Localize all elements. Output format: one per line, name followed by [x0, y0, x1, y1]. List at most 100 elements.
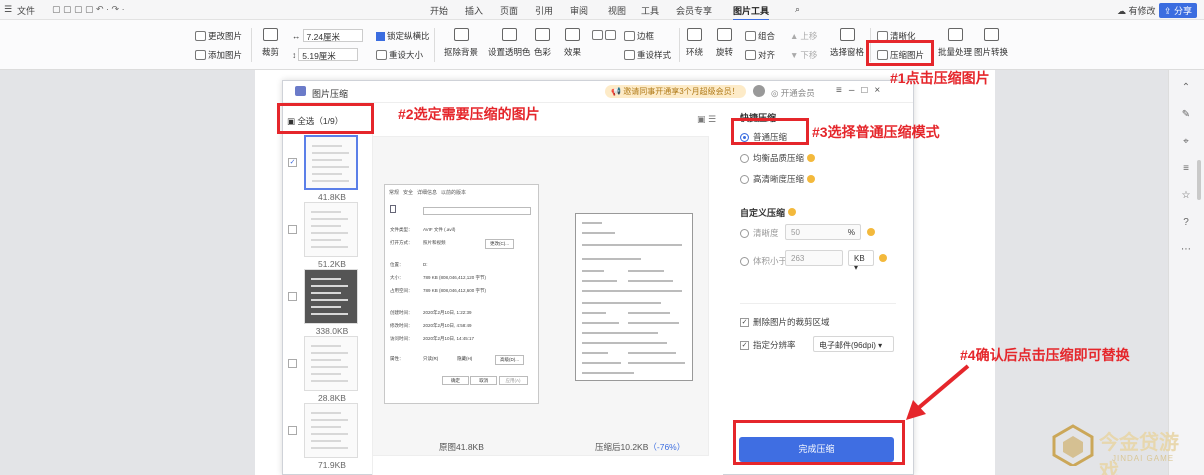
compressed-line	[582, 352, 608, 354]
thumb-line	[311, 313, 348, 315]
size-unit-select[interactable]: KB ▾	[848, 250, 874, 272]
cloud-status[interactable]: ☁ 有修改	[1117, 4, 1156, 17]
window-controls[interactable]: ≡–□×	[836, 85, 887, 96]
size-limit-option[interactable]: 体积小于	[740, 255, 787, 267]
vip-link[interactable]: ◎ 开通会员	[771, 87, 815, 99]
tab-6[interactable]: 工具	[641, 4, 659, 17]
clarity-option[interactable]: 清晰度	[740, 227, 779, 239]
thumb-line	[311, 380, 348, 382]
align-button[interactable]: 对齐	[745, 49, 775, 61]
remove-bg-button[interactable]: 抠除背景	[444, 28, 478, 58]
checkbox-checked-icon: ✓	[740, 340, 749, 350]
thumb-checkbox[interactable]	[288, 292, 297, 301]
menu-icon[interactable]: ☰	[4, 4, 12, 15]
thumbnail[interactable]	[304, 403, 358, 458]
select-pane-button[interactable]: 选择窗格	[830, 28, 864, 58]
quick-access-icons[interactable]: ▢ ▢ ▢ ▢ ↶ · ↷ ·	[52, 4, 125, 15]
thumb-line	[311, 433, 348, 435]
compressed-line	[582, 232, 615, 234]
side-tools[interactable]: ⌃ ✎ ⌖ ≡ ☆? ⋯	[1181, 74, 1191, 263]
width-input[interactable]: 7.24厘米	[302, 29, 363, 42]
reset-style-button[interactable]: 重设样式	[624, 49, 671, 61]
wrap-button[interactable]: 环绕	[686, 28, 703, 58]
highlight-done-button	[733, 420, 905, 465]
mode-balanced[interactable]: 均衡品质压缩	[740, 152, 816, 164]
annotation-step1: #1点击压缩图片	[890, 70, 990, 86]
tab-0[interactable]: 开始	[430, 4, 448, 17]
property-name: 属性：	[390, 356, 404, 361]
view-toggle-icons[interactable]: ▣ ☰	[697, 114, 716, 125]
file-icon	[390, 205, 396, 213]
color-label: 色彩	[534, 47, 552, 57]
cancel-button: 取消	[470, 376, 498, 385]
mode-hd-label: 高清晰度压缩	[753, 174, 805, 184]
promo-banner[interactable]: 📢 邀请同事开通享3个月超级会员！	[605, 85, 746, 98]
add-image-label: 添加图片	[208, 50, 243, 60]
thumb-line	[312, 166, 349, 168]
tab-2[interactable]: 页面	[500, 4, 518, 17]
resolution-select[interactable]: 电子邮件(96dpi) ▾	[813, 336, 894, 352]
vip-coin-icon	[867, 228, 875, 236]
tab-3[interactable]: 引用	[535, 4, 553, 17]
highlight-compress-button	[866, 40, 934, 66]
annotation-arrow	[906, 364, 970, 420]
mode-hd[interactable]: 高清晰度压缩	[740, 173, 816, 185]
batch-process-button[interactable]: 批量处理	[938, 28, 972, 58]
align-icon	[745, 50, 756, 60]
small-tools-row[interactable]	[592, 30, 616, 40]
search-icon[interactable]: ⌕	[795, 4, 800, 15]
thumbnail[interactable]	[304, 336, 358, 391]
thumb-checkbox[interactable]: ✓	[288, 158, 297, 167]
tab-8[interactable]: 图片工具	[733, 4, 770, 21]
move-down-button[interactable]: ▼ 下移	[790, 49, 817, 61]
effect-button[interactable]: 效果	[564, 28, 581, 58]
checkbox-checked-icon: ✓	[740, 317, 749, 327]
crop-button[interactable]: 裁剪	[262, 28, 279, 58]
size-limit-input[interactable]: 263	[785, 250, 843, 266]
thumb-checkbox[interactable]	[288, 225, 297, 234]
thumb-checkbox[interactable]	[288, 426, 297, 435]
thumb-line	[311, 239, 341, 241]
tab-4[interactable]: 审阅	[570, 4, 588, 17]
resolution-checkbox[interactable]: ✓ 指定分辨率	[740, 339, 796, 351]
set-transparent-button[interactable]: 设置透明色	[488, 28, 531, 58]
hidden-checkbox: 隐藏(H)	[457, 356, 473, 361]
remove-bg-icon	[453, 28, 469, 41]
thumb-line	[312, 145, 342, 147]
scrollbar[interactable]	[1197, 160, 1201, 200]
compression-ratio: （-76%）	[648, 442, 686, 452]
convert-label: 图片转换	[974, 47, 1009, 57]
tab-7[interactable]: 会员专享	[676, 4, 712, 17]
property-value: 789 KB (808,046,412,600 字节)	[423, 288, 487, 293]
highlight-select-all	[277, 103, 374, 134]
reset-size-button[interactable]: 重设大小	[376, 49, 423, 61]
color-button[interactable]: 色彩	[534, 28, 551, 58]
convert-image-button[interactable]: 图片转换	[974, 28, 1008, 58]
avatar[interactable]	[753, 85, 765, 97]
thumbnail[interactable]	[304, 269, 358, 324]
properties-tab: 以前的版本	[441, 190, 467, 196]
change-image-button[interactable]: 更改图片	[195, 30, 242, 42]
delete-crop-checkbox[interactable]: ✓ 删除图片的裁剪区域	[740, 316, 830, 328]
lock-ratio-checkbox[interactable]: 锁定纵横比	[376, 30, 430, 42]
move-up-button[interactable]: ▲ 上移	[790, 30, 817, 42]
compressed-line	[582, 312, 606, 314]
resolution-label: 指定分辨率	[753, 340, 796, 350]
thumbnail[interactable]	[304, 202, 358, 257]
file-menu[interactable]: 文件	[17, 4, 35, 17]
thumb-line	[311, 447, 348, 449]
compressed-line	[628, 362, 685, 364]
rotate-button[interactable]: 旋转	[716, 28, 733, 58]
thumbnail[interactable]	[304, 135, 358, 190]
height-input[interactable]: 5.19厘米	[298, 48, 359, 61]
share-button[interactable]: ⇪ 分享	[1159, 3, 1198, 18]
group-button[interactable]: 组合	[745, 30, 775, 42]
add-image-icon	[195, 50, 206, 60]
tab-1[interactable]: 插入	[465, 4, 483, 17]
border-button[interactable]: 边框	[624, 30, 654, 42]
clarity-input[interactable]: 50%	[785, 224, 861, 240]
thumb-checkbox[interactable]	[288, 359, 297, 368]
align-label: 对齐	[758, 50, 776, 60]
add-image-button[interactable]: 添加图片	[195, 49, 242, 61]
tab-5[interactable]: 视图	[608, 4, 626, 17]
